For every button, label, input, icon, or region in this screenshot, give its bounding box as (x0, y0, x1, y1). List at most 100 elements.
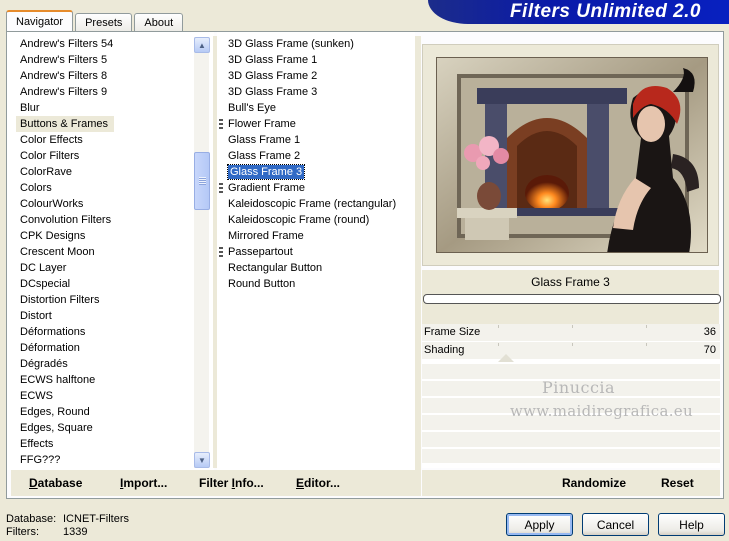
tab-presets[interactable]: Presets (75, 13, 133, 32)
editor-button[interactable]: Editor... (296, 476, 340, 490)
watermark-name: Pinuccia (542, 378, 616, 397)
category-item[interactable]: Déformation (16, 340, 196, 356)
category-item[interactable]: Andrew's Filters 5 (16, 52, 196, 68)
database-status: Database: ICNET-Filters Filters: 1339 (6, 513, 129, 539)
filter-item[interactable]: Glass Frame 3 (223, 164, 413, 180)
scrollbar-thumb[interactable] (194, 152, 210, 210)
up-arrow-icon[interactable]: ▲ (194, 37, 210, 53)
database-value: ICNET-Filters (63, 513, 129, 525)
filter-item[interactable]: 3D Glass Frame 1 (223, 52, 413, 68)
category-item[interactable]: Edges, Round (16, 404, 196, 420)
category-item[interactable]: Colors (16, 180, 196, 196)
import-button[interactable]: Import... (120, 476, 167, 490)
tab-about[interactable]: About (134, 13, 184, 32)
param-value: 70 (703, 344, 716, 356)
param-empty-row (422, 364, 720, 379)
filter-item[interactable]: Glass Frame 2 (223, 148, 413, 164)
category-item[interactable]: ECWS (16, 388, 196, 404)
tab-navigator[interactable]: Navigator (6, 10, 74, 32)
category-item[interactable]: Edges, Square (16, 420, 196, 436)
filter-item-label: Round Button (228, 278, 296, 290)
category-item[interactable]: ColourWorks (16, 196, 196, 212)
filter-item-label: Gradient Frame (228, 182, 306, 194)
category-item[interactable]: Dégradés (16, 356, 196, 372)
filter-item[interactable]: Bull's Eye (223, 100, 413, 116)
help-button[interactable]: Help (658, 513, 725, 536)
category-item[interactable]: Andrew's Filters 54 (16, 36, 196, 52)
filter-item[interactable]: Mirrored Frame (223, 228, 413, 244)
param-label: Shading (424, 344, 465, 356)
category-item[interactable]: DCspecial (16, 276, 196, 292)
category-item[interactable]: Blur (16, 100, 196, 116)
category-list[interactable]: Andrew's Filters 54 Andrew's Filters 5 And… (16, 36, 196, 468)
filter-item-label: Mirrored Frame (228, 230, 304, 242)
preview-area (422, 44, 719, 266)
param-value: 36 (703, 326, 716, 338)
navigator-panel: Andrew's Filters 54 Andrew's Filters 5 And… (6, 31, 724, 499)
tab-strip: Navigator Presets About (6, 10, 185, 32)
filter-item[interactable]: Gradient Frame (219, 180, 413, 196)
filter-item-label: Kaleidoscopic Frame (round) (228, 214, 370, 226)
category-item[interactable]: CPK Designs (16, 228, 196, 244)
filter-item[interactable]: Flower Frame (219, 116, 413, 132)
category-item[interactable]: Distortion Filters (16, 292, 196, 308)
category-item[interactable]: Déformations (16, 324, 196, 340)
filter-item[interactable]: 3D Glass Frame 2 (223, 68, 413, 84)
filters-label: Filters: (6, 526, 39, 538)
category-item[interactable]: Color Effects (16, 132, 196, 148)
grip-icon (219, 247, 223, 257)
filter-item-label: Glass Frame 3 (226, 164, 306, 180)
filter-item[interactable]: Round Button (223, 276, 413, 292)
category-item[interactable]: FFG??? (16, 452, 196, 468)
category-item[interactable]: Crescent Moon (16, 244, 196, 260)
filter-item-label: Bull's Eye (228, 102, 276, 114)
preview-image (436, 57, 708, 253)
filter-item[interactable]: Kaleidoscopic Frame (round) (223, 212, 413, 228)
category-scrollbar[interactable]: ▲ ▼ (193, 37, 210, 468)
param-empty-row (422, 432, 720, 447)
filter-list[interactable]: 3D Glass Frame (sunken) 3D Glass Frame 1 3… (219, 36, 413, 468)
param-frame-size[interactable]: Frame Size 36 (422, 324, 720, 342)
filter-title-area: Glass Frame 3 (422, 270, 721, 324)
current-filter-name: Glass Frame 3 (531, 275, 610, 289)
slider-marker (498, 354, 514, 362)
param-label: Frame Size (424, 326, 481, 338)
panel-divider (415, 36, 421, 496)
category-item[interactable]: Andrew's Filters 8 (16, 68, 196, 84)
category-item[interactable]: ColorRave (16, 164, 196, 180)
filter-item-label: Rectangular Button (228, 262, 323, 274)
filter-item-label: Passepartout (228, 246, 293, 258)
grip-icon (219, 119, 223, 129)
category-item[interactable]: Color Filters (16, 148, 196, 164)
filter-item[interactable]: 3D Glass Frame 3 (223, 84, 413, 100)
category-item[interactable]: Buttons & Frames (16, 116, 115, 132)
category-item[interactable]: Convolution Filters (16, 212, 196, 228)
filter-item[interactable]: Kaleidoscopic Frame (rectangular) (223, 196, 413, 212)
category-item[interactable]: ECWS halftone (16, 372, 196, 388)
filter-item-label: 3D Glass Frame 2 (228, 70, 318, 82)
down-arrow-icon[interactable]: ▼ (194, 452, 210, 468)
preview-artwork (437, 58, 707, 252)
category-item[interactable]: Distort (16, 308, 196, 324)
reset-button[interactable]: Reset (661, 476, 694, 490)
filter-item[interactable]: Passepartout (219, 244, 413, 260)
category-item[interactable]: Andrew's Filters 9 (16, 84, 196, 100)
filter-item[interactable]: Glass Frame 1 (223, 132, 413, 148)
navigator-button-bar: Database Import... Filter Info... Editor… (11, 470, 415, 496)
apply-button[interactable]: Apply (506, 513, 573, 536)
category-item[interactable]: DC Layer (16, 260, 196, 276)
filter-item[interactable]: 3D Glass Frame (sunken) (223, 36, 413, 52)
grip-icon (219, 183, 223, 193)
param-empty-row (422, 449, 720, 463)
category-item[interactable]: Effects (16, 436, 196, 452)
param-shading[interactable]: Shading 70 (422, 342, 720, 360)
database-label: Database: (6, 513, 57, 525)
filter-info-button[interactable]: Filter Info... (199, 476, 264, 490)
database-button[interactable]: Database (29, 476, 82, 490)
filter-item-label: Glass Frame 1 (228, 134, 301, 146)
filter-item-label: Kaleidoscopic Frame (rectangular) (228, 198, 397, 210)
cancel-button[interactable]: Cancel (582, 513, 649, 536)
filter-item[interactable]: Rectangular Button (223, 260, 413, 276)
randomize-button[interactable]: Randomize (562, 476, 626, 490)
filter-item-label: 3D Glass Frame (sunken) (228, 38, 354, 50)
